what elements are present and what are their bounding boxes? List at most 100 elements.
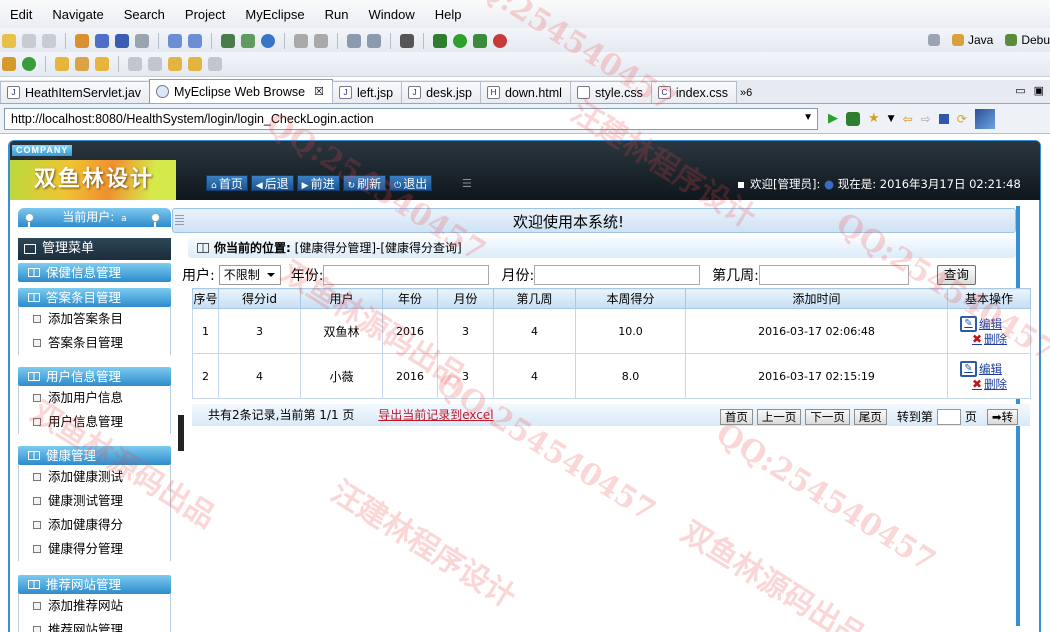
brush-icon[interactable] (75, 57, 89, 71)
nav-back-button[interactable]: ◀ 后退 (250, 175, 294, 191)
new-icon[interactable] (2, 33, 16, 48)
page-number-input[interactable] (936, 409, 961, 425)
tab-heathitemservlet[interactable]: J HeathItemServlet.jav (0, 81, 151, 103)
table-icon[interactable] (347, 33, 361, 48)
tab-index-css[interactable]: C index.css (650, 81, 737, 103)
go-button[interactable]: ➡转 (986, 409, 1018, 425)
new-project-icon[interactable] (75, 33, 89, 48)
folder-icon[interactable] (95, 57, 109, 71)
tab-web-browser[interactable]: MyEclipse Web Browse ☒ (149, 79, 333, 103)
prev-page-button[interactable]: 上一页 (756, 409, 802, 425)
stop-icon[interactable] (938, 113, 949, 124)
deploy-icon[interactable] (168, 33, 182, 48)
web-service-icon[interactable] (221, 33, 235, 48)
query-button[interactable]: 查询 (936, 265, 976, 285)
open-folder-icon[interactable] (55, 57, 69, 71)
jsp-wizard-icon[interactable] (241, 33, 255, 48)
month-input[interactable] (534, 265, 701, 285)
open-perspective-icon[interactable] (927, 34, 940, 46)
next-page-button[interactable]: 下一页 (805, 409, 850, 425)
prev-annotation-icon[interactable] (148, 57, 162, 71)
sidebar-group-header[interactable]: 推荐网站管理 (18, 575, 171, 594)
run-external-icon[interactable] (473, 33, 487, 48)
tab-down-html[interactable]: H down.html (479, 81, 571, 103)
forward-arrow-icon[interactable]: ⇨ (921, 112, 931, 126)
sidebar-item-add-user[interactable]: 添加用户信息 (18, 386, 171, 410)
sidebar-group-header[interactable]: 用户信息管理 (18, 367, 171, 386)
sidebar-item-add-health-score[interactable]: 添加健康得分 (18, 513, 171, 537)
database-icon[interactable] (367, 33, 381, 48)
debug-bug-icon[interactable] (433, 33, 447, 48)
globe-icon[interactable] (261, 33, 275, 48)
url-input[interactable]: http://localhost:8080/HealthSystem/login… (4, 107, 818, 130)
chevron-down-icon[interactable]: ▼ (803, 112, 813, 123)
edit-link[interactable]: ✎ 编辑 (960, 361, 1030, 377)
menu-edit[interactable]: Edit (10, 7, 32, 22)
week-input[interactable] (758, 265, 909, 285)
delete-link[interactable]: ✖ 删除 (972, 377, 1030, 391)
menu-help[interactable]: Help (435, 7, 462, 22)
camera-icon[interactable] (400, 33, 414, 48)
first-page-button[interactable]: 首页 (719, 409, 753, 425)
back-arrow-icon[interactable]: ⇦ (903, 112, 913, 126)
favorite-star-icon[interactable]: ★ (868, 111, 880, 126)
tab-left-jsp[interactable]: J left.jsp (331, 81, 403, 103)
user-select[interactable]: 不限制 (218, 265, 281, 285)
menu-window[interactable]: Window (369, 7, 415, 22)
build-icon[interactable] (2, 57, 16, 71)
refresh-project-icon[interactable] (22, 57, 36, 71)
perspective-java[interactable]: Java (951, 33, 993, 47)
refresh-icon[interactable]: ⟳ (957, 112, 967, 126)
sidebar-item-add-site[interactable]: 添加推荐网站 (18, 594, 171, 618)
sidebar-group-header[interactable]: 保健信息管理 (18, 263, 171, 282)
sidebar-item-health-score-manage[interactable]: 健康得分管理 (18, 537, 171, 561)
sidebar-group-header[interactable]: 健康管理 (18, 446, 171, 465)
cut-icon[interactable] (294, 33, 308, 48)
year-input[interactable] (323, 265, 490, 285)
sidebar-item-site-manage[interactable]: 推荐网站管理 (18, 618, 171, 632)
copy-icon[interactable] (314, 33, 328, 48)
delete-link[interactable]: ✖ 删除 (972, 332, 1030, 346)
sidebar-item-add-health-test[interactable]: 添加健康测试 (18, 465, 171, 489)
close-icon[interactable]: ☒ (314, 85, 324, 98)
package-icon[interactable] (95, 33, 109, 48)
sidebar-group-header[interactable]: 答案条目管理 (18, 288, 171, 307)
run-icon[interactable] (453, 33, 467, 48)
menu-myeclipse[interactable]: MyEclipse (245, 7, 304, 22)
stop-server-icon[interactable] (493, 33, 507, 48)
menu-search[interactable]: Search (124, 7, 165, 22)
menu-project[interactable]: Project (185, 7, 225, 22)
debug-bug-icon[interactable] (846, 111, 860, 126)
last-page-button[interactable]: 尾页 (853, 409, 887, 425)
chevron-down-icon[interactable]: ▼ (888, 114, 895, 124)
next-annotation-icon[interactable] (128, 57, 142, 71)
minimize-icon[interactable]: ▭ (1015, 84, 1025, 97)
back-icon[interactable] (188, 57, 202, 71)
sidebar-item-health-test-manage[interactable]: 健康测试管理 (18, 489, 171, 513)
open-type-icon[interactable] (188, 33, 202, 48)
forward-icon[interactable] (208, 57, 222, 71)
save-icon[interactable] (22, 33, 36, 48)
tab-desk-jsp[interactable]: J desk.jsp (401, 81, 481, 103)
menu-run[interactable]: Run (325, 7, 349, 22)
tab-overflow[interactable]: »6 (740, 87, 752, 99)
export-excel-link[interactable]: 导出当前记录到excel (378, 408, 493, 422)
nav-home-button[interactable]: ⌂ 首页 (206, 175, 248, 191)
maximize-icon[interactable]: ▣ (1034, 84, 1044, 97)
menu-navigate[interactable]: Navigate (52, 7, 103, 22)
go-icon[interactable]: ▶ (828, 111, 838, 126)
myeclipse-icon[interactable] (974, 108, 995, 129)
last-edit-icon[interactable] (168, 57, 182, 71)
sidebar-item-add-answer[interactable]: 添加答案条目 (18, 307, 171, 331)
sidebar-item-user-manage[interactable]: 用户信息管理 (18, 410, 171, 434)
perspective-debug[interactable]: Debu (1005, 33, 1050, 47)
nav-forward-button[interactable]: ▶ 前进 (296, 175, 340, 191)
nav-refresh-button[interactable]: ↻ 刷新 (342, 175, 387, 191)
nav-logout-button[interactable]: ⏻ 退出 (389, 175, 433, 191)
edit-link[interactable]: ✎ 编辑 (960, 316, 1030, 332)
server-icon[interactable] (135, 33, 149, 48)
sidebar-item-answer-manage[interactable]: 答案条目管理 (18, 331, 171, 355)
print-icon[interactable] (42, 33, 56, 48)
class-icon[interactable] (115, 33, 129, 48)
tab-style-css[interactable]: style.css (569, 81, 652, 103)
